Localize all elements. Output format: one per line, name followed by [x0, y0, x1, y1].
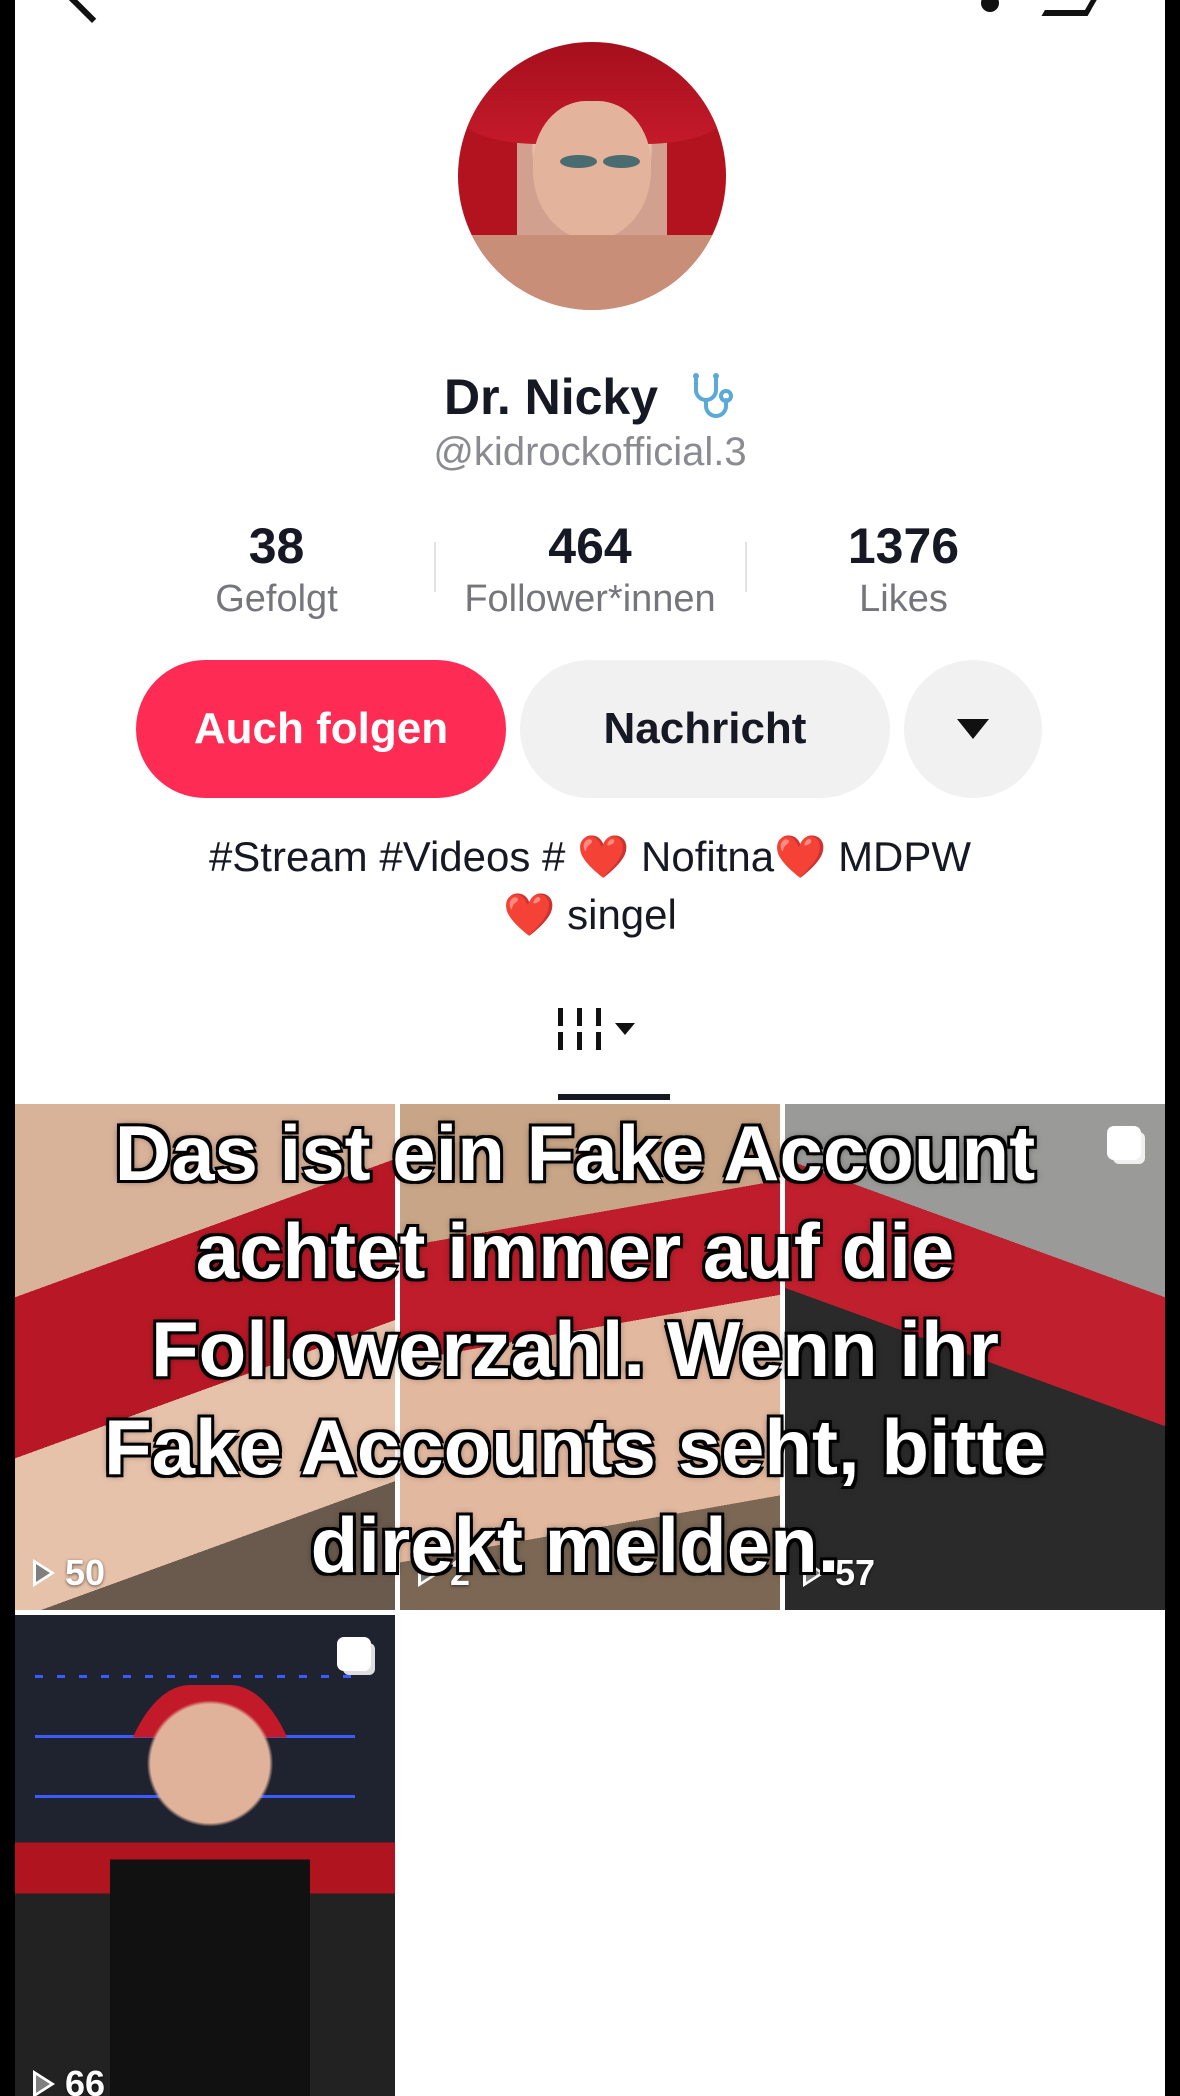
- view-count-value: 2: [450, 1552, 471, 1593]
- bio-text: singel: [555, 891, 677, 938]
- play-icon: [803, 1559, 825, 1587]
- bio-text: MDPW: [826, 833, 972, 880]
- view-count: 66: [33, 2063, 105, 2096]
- view-count-value: 50: [65, 1552, 106, 1593]
- view-count-value: 57: [835, 1552, 876, 1593]
- stat-label: Likes: [859, 578, 948, 620]
- stat-value: 464: [548, 518, 632, 574]
- stat-divider: [433, 542, 436, 592]
- video-tile[interactable]: 66: [15, 1615, 395, 2096]
- avatar[interactable]: [458, 42, 726, 310]
- username-handle: @kidrockofficial.3: [433, 430, 747, 474]
- stat-label: Gefolgt: [215, 578, 338, 620]
- video-tile[interactable]: 2: [400, 1104, 780, 1610]
- heart-icon: ❤️: [503, 891, 556, 938]
- chevron-down-icon: [615, 1023, 635, 1035]
- profile-sheet: Dr. Nicky @kidrockofficial.3 38 Gefolgt …: [15, 0, 1165, 2096]
- play-icon: [33, 1559, 55, 1587]
- led-lights: [35, 1675, 355, 1678]
- heart-icon: ❤️: [774, 833, 827, 880]
- notification-icon[interactable]: [981, 0, 999, 12]
- action-buttons: Auch folgen Nachricht: [136, 660, 1042, 798]
- bio-text: #Stream #Videos #: [208, 833, 578, 880]
- bio-line-2: ❤️ singel: [15, 886, 1165, 944]
- stat-followers[interactable]: 464 Follower*innen: [433, 518, 747, 624]
- stat-following[interactable]: 38 Gefolgt: [120, 518, 433, 624]
- avatar-eye-left: [559, 154, 598, 168]
- view-count-value: 66: [65, 2063, 106, 2096]
- view-count: 50: [33, 1552, 105, 1594]
- multi-photo-icon: [337, 1637, 371, 1671]
- display-name: Dr. Nicky: [444, 369, 659, 425]
- view-count: 57: [803, 1552, 875, 1594]
- page: Dr. Nicky @kidrockofficial.3 38 Gefolgt …: [0, 0, 1180, 2096]
- bio-line-1: #Stream #Videos # ❤️ Nofitna❤️ MDPW: [15, 828, 1165, 886]
- grid-icon: [558, 1008, 601, 1050]
- play-icon: [33, 2070, 55, 2096]
- back-icon[interactable]: [67, 0, 117, 24]
- message-button[interactable]: Nachricht: [520, 660, 890, 798]
- multi-photo-icon: [1107, 1126, 1141, 1160]
- display-name-row: Dr. Nicky: [15, 368, 1165, 426]
- follow-back-button[interactable]: Auch folgen: [136, 660, 506, 798]
- bio: #Stream #Videos # ❤️ Nofitna❤️ MDPW ❤️ s…: [15, 828, 1165, 944]
- heart-icon: ❤️: [577, 833, 630, 880]
- play-icon: [418, 1559, 440, 1587]
- video-tile[interactable]: 50: [15, 1104, 395, 1610]
- stat-likes[interactable]: 1376 Likes: [747, 518, 1060, 624]
- view-count: 2: [418, 1552, 470, 1594]
- avatar-face: [533, 100, 651, 241]
- tab-underline: [558, 1094, 670, 1100]
- stat-label: Follower*innen: [464, 578, 716, 620]
- tile-person: [110, 1685, 310, 2096]
- stat-value: 1376: [847, 518, 960, 574]
- caret-down-icon: [957, 719, 989, 739]
- stat-value: 38: [248, 518, 305, 574]
- video-tile[interactable]: 57: [785, 1104, 1165, 1610]
- profile-stats: 38 Gefolgt 464 Follower*innen 1376 Likes: [120, 518, 1060, 624]
- bio-text: Nofitna: [629, 833, 775, 880]
- avatar-eye-right: [602, 154, 641, 168]
- more-options-button[interactable]: [904, 660, 1042, 798]
- top-right-actions: [981, 0, 1103, 16]
- avatar-shoulders: [458, 234, 726, 310]
- share-icon[interactable]: [1041, 0, 1103, 16]
- stethoscope-icon: [692, 373, 733, 418]
- tab-videos[interactable]: [558, 1008, 635, 1050]
